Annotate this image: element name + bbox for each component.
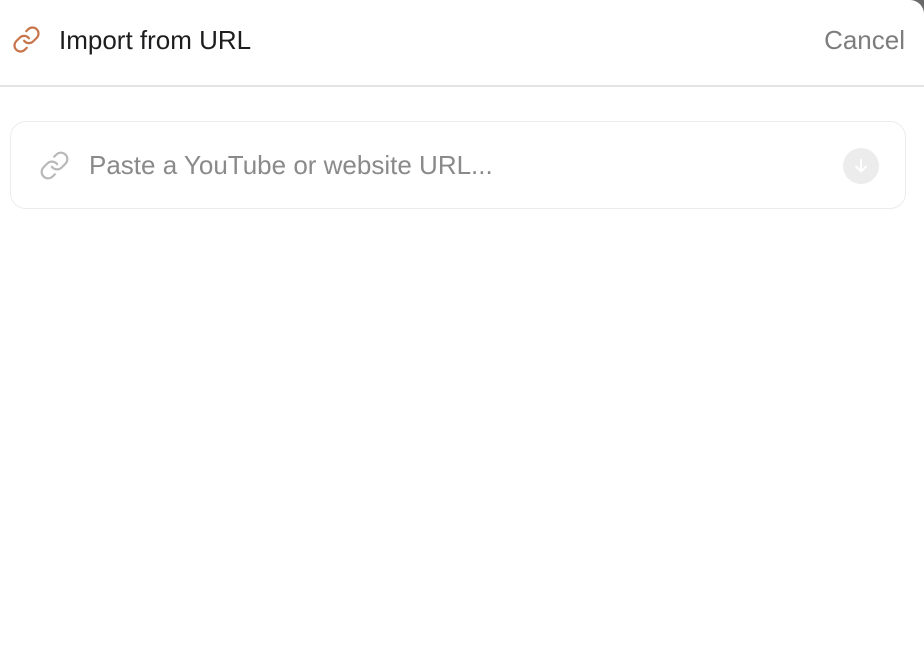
link-icon [40, 151, 69, 180]
cancel-button[interactable]: Cancel [824, 24, 905, 56]
import-submit-button[interactable] [843, 148, 879, 184]
url-input[interactable] [89, 144, 829, 186]
arrow-down-icon [855, 159, 867, 173]
link-icon [13, 26, 40, 53]
dialog-header: Import from URL Cancel [0, 0, 924, 87]
dialog-title: Import from URL [59, 25, 252, 55]
import-url-dialog: Import from URL Cancel [0, 0, 924, 658]
url-input-container [10, 121, 906, 209]
